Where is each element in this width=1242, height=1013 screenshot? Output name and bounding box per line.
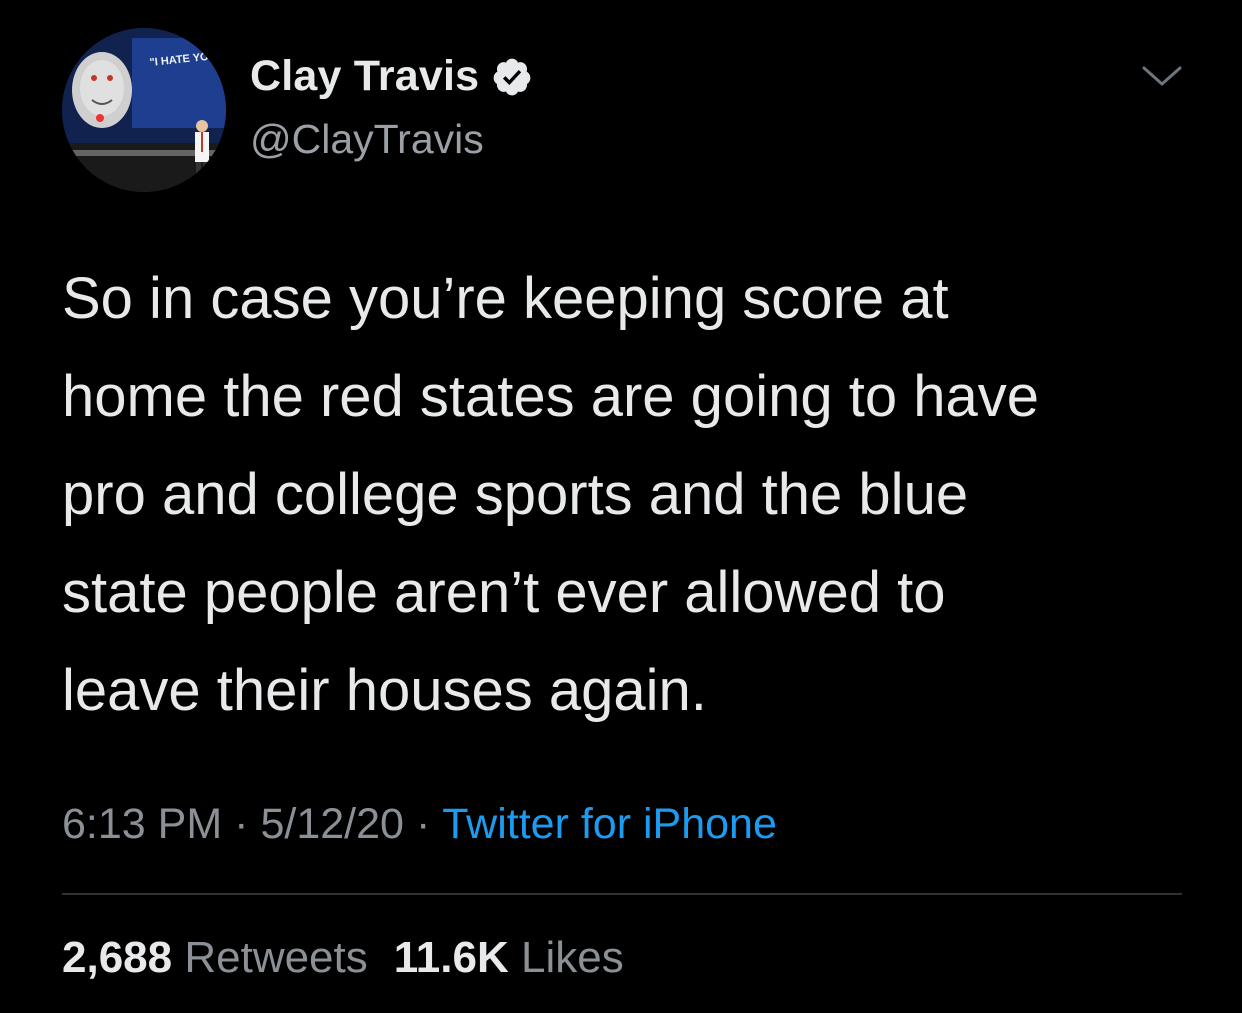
retweets-stat[interactable]: 2,688 Retweets — [62, 933, 368, 982]
display-name[interactable]: Clay Travis — [250, 52, 479, 101]
likes-label: Likes — [520, 933, 624, 982]
verified-badge-icon — [491, 56, 533, 98]
divider — [62, 893, 1182, 895]
chevron-down-icon[interactable] — [1140, 58, 1184, 94]
meta-separator: · — [415, 800, 431, 848]
tweet-time[interactable]: 6:13 PM — [62, 800, 222, 848]
likes-count: 11.6K — [393, 933, 509, 982]
likes-stat[interactable]: 11.6K Likes — [394, 933, 624, 982]
tweet-source-link[interactable]: Twitter for iPhone — [442, 800, 777, 848]
tweet-meta: 6:13 PM · 5/12/20 · Twitter for iPhone — [62, 800, 777, 849]
tweet-date[interactable]: 5/12/20 — [260, 800, 403, 848]
meta-separator: · — [234, 800, 249, 848]
retweets-label: Retweets — [184, 933, 368, 982]
tweet-text: So in case you’re keeping score at home … — [62, 266, 1039, 723]
retweets-count: 2,688 — [62, 933, 173, 982]
avatar[interactable]: "I HATE YOU CLAY TRAVIS" — [62, 28, 226, 192]
user-handle[interactable]: @ClayTravis — [250, 116, 484, 163]
avatar-image: "I HATE YOU CLAY TRAVIS" — [62, 28, 226, 192]
display-name-row[interactable]: Clay Travis — [250, 52, 533, 101]
tweet-stats: 2,688 Retweets 11.6K Likes — [62, 933, 624, 983]
